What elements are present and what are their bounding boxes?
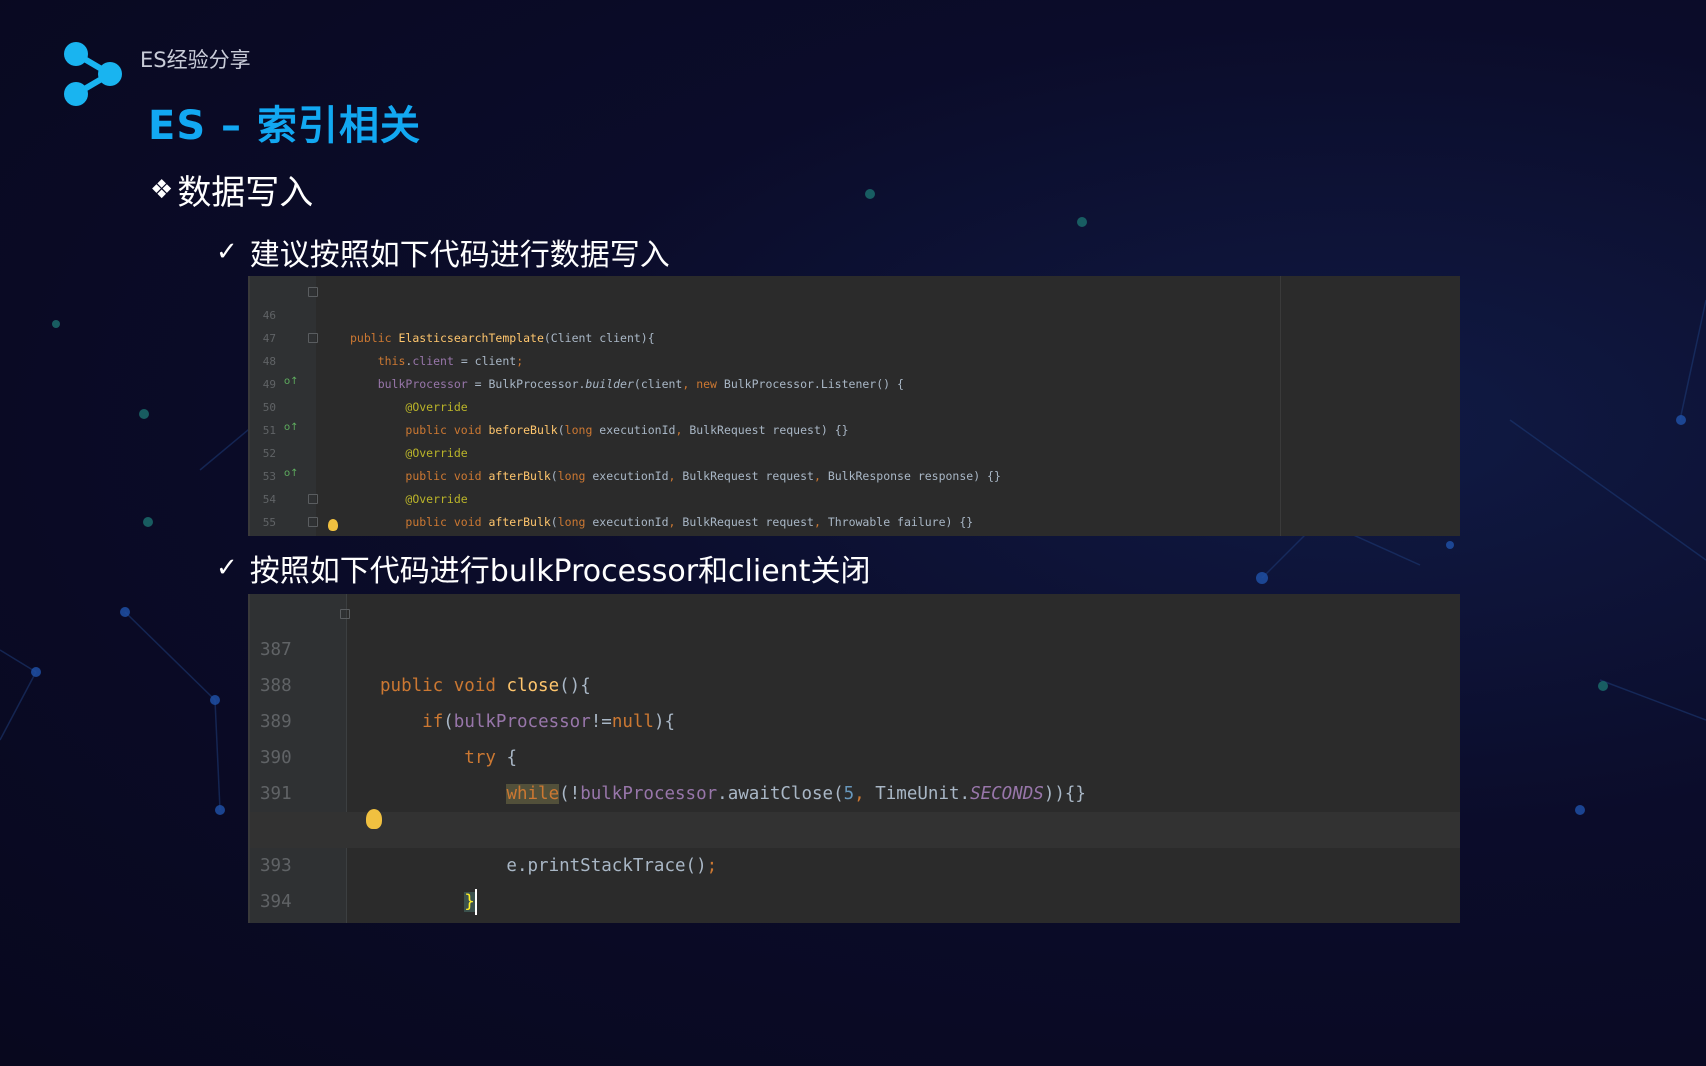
code-line: 47 this.client = client; <box>250 304 1460 368</box>
diamond-bullet-icon: ❖ <box>150 174 174 205</box>
code-line: 49 @Override <box>250 350 1460 414</box>
code-line-current: 393 } <box>250 812 1460 915</box>
lightbulb-icon[interactable] <box>328 519 338 531</box>
bullet-item: ✓ 建议按照如下代码进行数据写入 <box>216 230 670 274</box>
line-number: 56 <box>250 534 276 536</box>
code-line: 50 public void beforeBulk(long execution… <box>250 373 1460 437</box>
fold-icon[interactable] <box>308 287 318 297</box>
code-line: 394 } <box>250 848 1460 912</box>
brand-label: ES经验分享 <box>140 48 251 72</box>
code-line: 395 if(client!=null){client.close();} <box>250 884 1460 920</box>
code-line: 54 public void afterBulk(long executionI… <box>250 465 1460 529</box>
code-text: }).setBulkActions(2000).setBulkSize(new … <box>350 534 1299 536</box>
override-marker-icon[interactable]: o↑ <box>284 422 299 433</box>
code-line: 392 e.printStackTrace(); <box>250 776 1460 876</box>
section-heading: ❖ 数据写入 <box>150 165 313 214</box>
bullet-text: 按照如下代码进行bulkProcessor和client关闭 <box>249 554 871 589</box>
code-line: 55 }).setBulkActions(2000).setBulkSize(n… <box>250 488 1460 529</box>
line-number: 395 <box>260 920 300 923</box>
code-line: 51 @Override <box>250 396 1460 460</box>
fold-icon[interactable] <box>308 333 318 343</box>
fold-icon[interactable] <box>308 517 318 527</box>
fold-icon[interactable] <box>340 609 350 619</box>
checkmark-icon: ✓ <box>216 237 238 267</box>
code-line: 388 if(bulkProcessor!=null){ <box>250 632 1460 732</box>
code-line: 387 public void close(){ <box>250 596 1460 696</box>
code-screenshot-close: 387 public void close(){ 388 if(bulkProc… <box>248 594 1460 923</box>
code-screenshot-write: 46 public ElasticsearchTemplate(Client c… <box>248 276 1460 536</box>
code-text: } <box>380 920 433 923</box>
bullet-text: 建议按照如下代码进行数据写入 <box>249 238 670 273</box>
share-network-logo-icon <box>64 42 122 106</box>
section-label: 数据写入 <box>177 173 314 213</box>
code-line: 46 public ElasticsearchTemplate(Client c… <box>250 281 1460 345</box>
code-line: 389 try { <box>250 668 1460 768</box>
code-line: 52 public void afterBulk(long executionI… <box>250 419 1460 483</box>
bullet-item: ✓ 按照如下代码进行bulkProcessor和client关闭 <box>216 546 870 590</box>
code-line: 390 while(!bulkProcessor.awaitClose(5, T… <box>250 704 1460 804</box>
override-marker-icon[interactable]: o↑ <box>284 376 299 387</box>
checkmark-icon: ✓ <box>216 553 238 583</box>
lightbulb-icon[interactable] <box>366 809 382 829</box>
code-line: 53 @Override <box>250 442 1460 506</box>
code-line: 48 bulkProcessor = BulkProcessor.builder… <box>250 327 1460 391</box>
code-line: 56 } <box>250 511 1460 534</box>
code-line: 391 } catch (InterruptedException e) { <box>250 740 1460 840</box>
fold-icon[interactable] <box>308 494 318 504</box>
slide-title: ES – 索引相关 <box>148 103 421 149</box>
override-marker-icon[interactable]: o↑ <box>284 468 299 479</box>
